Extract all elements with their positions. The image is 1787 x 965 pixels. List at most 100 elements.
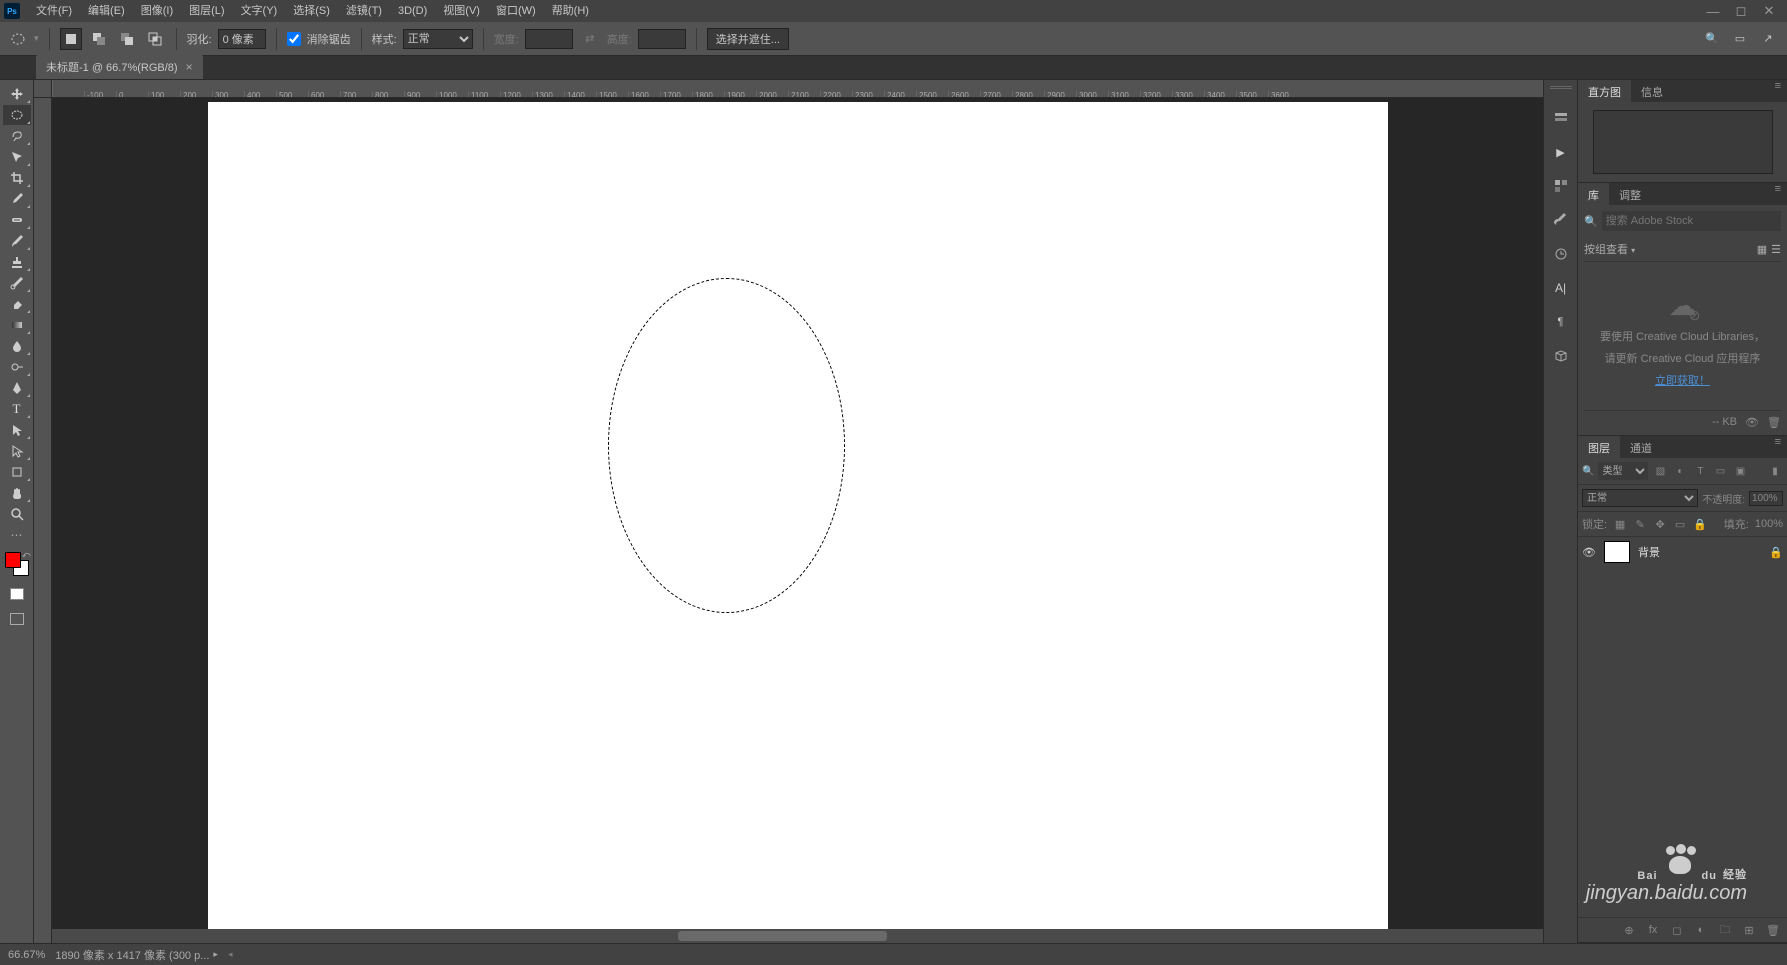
quick-select-tool[interactable] — [3, 147, 31, 167]
style-select[interactable]: 正常 — [403, 29, 473, 49]
share-icon[interactable]: ↗ — [1757, 28, 1779, 50]
horizontal-scrollbar[interactable] — [52, 929, 1543, 943]
menu-3d[interactable]: 3D(D) — [390, 0, 435, 22]
delete-layer-icon[interactable]: 🗑 — [1765, 922, 1781, 938]
lock-transparency-icon[interactable]: ▦ — [1613, 517, 1627, 531]
panel-menu-icon[interactable]: ≡ — [1769, 183, 1787, 205]
filter-shape-icon[interactable]: ▭ — [1712, 463, 1728, 479]
crop-tool[interactable] — [3, 168, 31, 188]
new-layer-icon[interactable]: ⊞ — [1741, 922, 1757, 938]
menu-select[interactable]: 选择(S) — [285, 0, 338, 22]
library-view-label[interactable]: 按组查看 ▾ — [1584, 241, 1635, 257]
current-tool-indicator[interactable] — [8, 29, 28, 49]
foreground-color[interactable] — [5, 552, 21, 568]
brush-tool[interactable] — [3, 231, 31, 251]
selection-subtract-icon[interactable] — [116, 28, 138, 50]
library-update-link[interactable]: 立即获取！ — [1655, 372, 1710, 388]
menu-help[interactable]: 帮助(H) — [544, 0, 597, 22]
grid-view-icon[interactable]: ▦ — [1757, 243, 1767, 256]
swap-colors-icon[interactable]: ⤺ — [22, 550, 31, 560]
color-swatches[interactable]: ⤺ — [3, 550, 31, 578]
standard-mode-icon[interactable] — [3, 585, 31, 603]
menu-view[interactable]: 视图(V) — [435, 0, 488, 22]
healing-tool[interactable] — [3, 210, 31, 230]
tab-adjustments[interactable]: 调整 — [1609, 183, 1651, 205]
new-group-icon[interactable]: 🗀 — [1717, 922, 1733, 938]
tab-channels[interactable]: 通道 — [1620, 436, 1662, 458]
canvas-viewport[interactable] — [52, 98, 1543, 943]
paragraph-panel-icon[interactable]: ¶ — [1551, 312, 1571, 332]
layer-lock-icon[interactable]: 🔒 — [1769, 546, 1783, 559]
fill-value[interactable]: 100% — [1755, 518, 1783, 530]
layer-visibility-icon[interactable]: 👁 — [1582, 546, 1596, 559]
path-select-tool[interactable] — [3, 420, 31, 440]
marquee-tool[interactable] — [3, 105, 31, 125]
filter-adjust-icon[interactable]: ◐ — [1672, 463, 1688, 479]
ruler-horizontal[interactable]: -100010020030040050060070080090010001100… — [52, 80, 1543, 98]
actions-panel-icon[interactable]: ▶ — [1551, 142, 1571, 162]
dodge-tool[interactable] — [3, 357, 31, 377]
tab-library[interactable]: 库 — [1578, 183, 1609, 205]
library-search-input[interactable] — [1602, 211, 1781, 231]
filter-type-icon[interactable]: T — [1692, 463, 1708, 479]
layer-name[interactable]: 背景 — [1638, 544, 1761, 560]
window-close-button[interactable]: ✕ — [1755, 3, 1783, 19]
horizontal-scroll-thumb[interactable] — [678, 931, 887, 941]
history-panel-icon[interactable] — [1551, 244, 1571, 264]
new-fill-layer-icon[interactable]: ◐ — [1693, 922, 1709, 938]
lock-pixels-icon[interactable]: ✎ — [1633, 517, 1647, 531]
hand-tool[interactable] — [3, 483, 31, 503]
direct-select-tool[interactable] — [3, 441, 31, 461]
select-and-mask-button[interactable]: 选择并遮住... — [707, 28, 789, 50]
gradient-tool[interactable] — [3, 315, 31, 335]
filter-pixel-icon[interactable]: ▧ — [1652, 463, 1668, 479]
menu-edit[interactable]: 编辑(E) — [80, 0, 133, 22]
search-icon[interactable]: 🔍 — [1701, 28, 1723, 50]
pen-tool[interactable] — [3, 378, 31, 398]
history-brush-tool[interactable] — [3, 273, 31, 293]
lock-position-icon[interactable]: ✥ — [1653, 517, 1667, 531]
eyedropper-tool[interactable] — [3, 189, 31, 209]
document-tab-close-icon[interactable]: × — [186, 60, 193, 74]
3d-panel-icon[interactable] — [1551, 346, 1571, 366]
document-info[interactable]: 1890 像素 x 1417 像素 (300 p... ▸ — [55, 947, 218, 963]
move-tool[interactable] — [3, 84, 31, 104]
menu-layer[interactable]: 图层(L) — [181, 0, 232, 22]
panel-menu-icon[interactable]: ≡ — [1769, 436, 1787, 458]
stamp-tool[interactable] — [3, 252, 31, 272]
panel-grab-icon[interactable] — [1550, 86, 1572, 90]
window-restore-button[interactable]: ◻ — [1727, 3, 1755, 19]
swatches-panel-icon[interactable] — [1551, 176, 1571, 196]
layer-mask-icon[interactable]: ◻ — [1669, 922, 1685, 938]
filter-smart-icon[interactable]: ▣ — [1732, 463, 1748, 479]
workspace-icon[interactable]: ▭ — [1729, 28, 1751, 50]
brushes-panel-icon[interactable] — [1551, 210, 1571, 230]
window-minimize-button[interactable]: — — [1699, 4, 1727, 19]
zoom-tool[interactable] — [3, 504, 31, 524]
ruler-vertical[interactable] — [34, 98, 52, 943]
panel-menu-icon[interactable]: ≡ — [1769, 80, 1787, 102]
layer-fx-icon[interactable]: fx — [1645, 922, 1661, 938]
document-canvas[interactable] — [208, 102, 1388, 943]
document-tab[interactable]: 未标题-1 @ 66.7%(RGB/8) × — [36, 55, 203, 79]
selection-new-icon[interactable] — [60, 28, 82, 50]
link-layers-icon[interactable]: ⊕ — [1621, 922, 1637, 938]
opacity-value[interactable]: 100% — [1749, 491, 1783, 506]
list-view-icon[interactable]: ☰ — [1771, 243, 1781, 256]
type-tool[interactable]: T — [3, 399, 31, 419]
library-trash-icon[interactable]: 🗑 — [1767, 415, 1781, 429]
feather-input[interactable] — [218, 29, 266, 49]
tab-layers[interactable]: 图层 — [1578, 436, 1620, 458]
antialias-checkbox[interactable] — [287, 32, 301, 46]
edit-toolbar[interactable]: ⋯ — [3, 525, 31, 545]
menu-type[interactable]: 文字(Y) — [233, 0, 286, 22]
library-sync-icon[interactable]: 👁 — [1745, 415, 1759, 429]
screen-mode-icon[interactable] — [3, 610, 31, 628]
tab-histogram[interactable]: 直方图 — [1578, 80, 1631, 102]
layer-filter-type[interactable]: 类型 — [1598, 462, 1648, 480]
lasso-tool[interactable] — [3, 126, 31, 146]
character-panel-icon[interactable]: A| — [1551, 278, 1571, 298]
zoom-level[interactable]: 66.67% — [8, 949, 45, 961]
layer-row[interactable]: 👁 背景 🔒 — [1578, 537, 1787, 567]
selection-intersect-icon[interactable] — [144, 28, 166, 50]
